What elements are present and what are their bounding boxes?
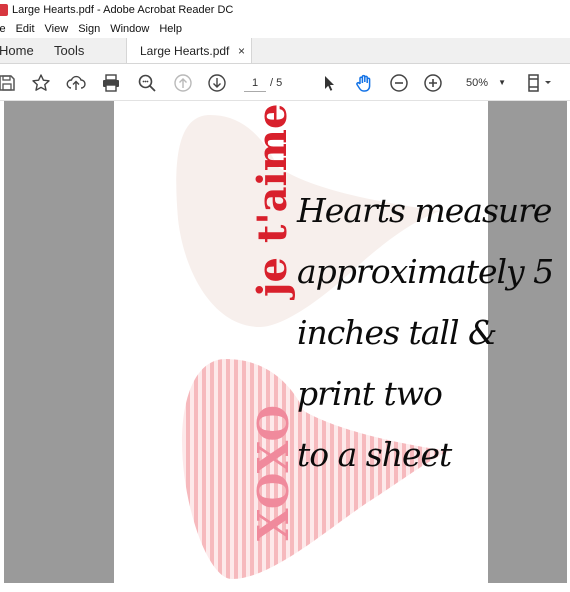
heart-top-text: je t'aime: [249, 104, 296, 300]
zoom-in-icon[interactable]: [422, 72, 444, 94]
print-icon[interactable]: [100, 72, 122, 94]
menu-sign[interactable]: Sign: [73, 23, 105, 35]
zoom-select[interactable]: 50% ▼: [458, 74, 510, 92]
tab-bar: Home Tools Large Hearts.pdf ×: [0, 38, 570, 64]
overlay-line: Hearts measure: [297, 191, 552, 230]
tab-tools[interactable]: Tools: [54, 38, 124, 63]
page-total: / 5: [270, 77, 283, 89]
find-icon[interactable]: [136, 72, 158, 94]
hand-icon[interactable]: [353, 72, 375, 94]
page-fit-icon[interactable]: [526, 72, 556, 94]
menu-view[interactable]: View: [40, 23, 74, 35]
window-title: Large Hearts.pdf - Adobe Acrobat Reader …: [12, 4, 234, 16]
previous-page-icon[interactable]: [172, 72, 194, 94]
menu-bar: le Edit View Sign Window Help: [0, 20, 570, 38]
toolbar: 1 / 5 50% ▼: [0, 64, 570, 101]
menu-file[interactable]: le: [0, 23, 11, 35]
select-arrow-icon[interactable]: [318, 72, 340, 94]
workspace-margin-left: [4, 101, 114, 583]
overlay-line: approximately 5: [297, 252, 554, 291]
acrobat-app-icon: [0, 4, 8, 16]
document-tab-label: Large Hearts.pdf: [140, 43, 230, 58]
save-icon[interactable]: [0, 72, 18, 94]
title-bar: Large Hearts.pdf - Adobe Acrobat Reader …: [0, 0, 570, 20]
overlay-line: print two: [297, 374, 443, 413]
chevron-down-icon: ▼: [498, 78, 506, 87]
close-icon[interactable]: ×: [238, 44, 245, 58]
menu-window[interactable]: Window: [105, 23, 154, 35]
document-workspace[interactable]: je t'aime XOXO Hearts measure approximat…: [0, 101, 570, 592]
tab-document[interactable]: Large Hearts.pdf ×: [126, 38, 252, 63]
bookmark-star-icon[interactable]: [30, 72, 52, 94]
menu-edit[interactable]: Edit: [11, 23, 40, 35]
zoom-value: 50%: [466, 77, 489, 89]
next-page-icon[interactable]: [206, 72, 228, 94]
upload-icon[interactable]: [65, 72, 87, 94]
overlay-caption: Hearts measure approximately 5 inches ta…: [297, 180, 567, 485]
overlay-line: inches tall &: [297, 313, 497, 352]
heart-bottom-text: XOXO: [249, 405, 298, 541]
page-number-input[interactable]: 1: [244, 74, 266, 92]
menu-help[interactable]: Help: [154, 23, 187, 35]
tab-home[interactable]: Home: [0, 38, 54, 63]
zoom-out-icon[interactable]: [388, 72, 410, 94]
overlay-line: to a sheet: [297, 435, 452, 474]
